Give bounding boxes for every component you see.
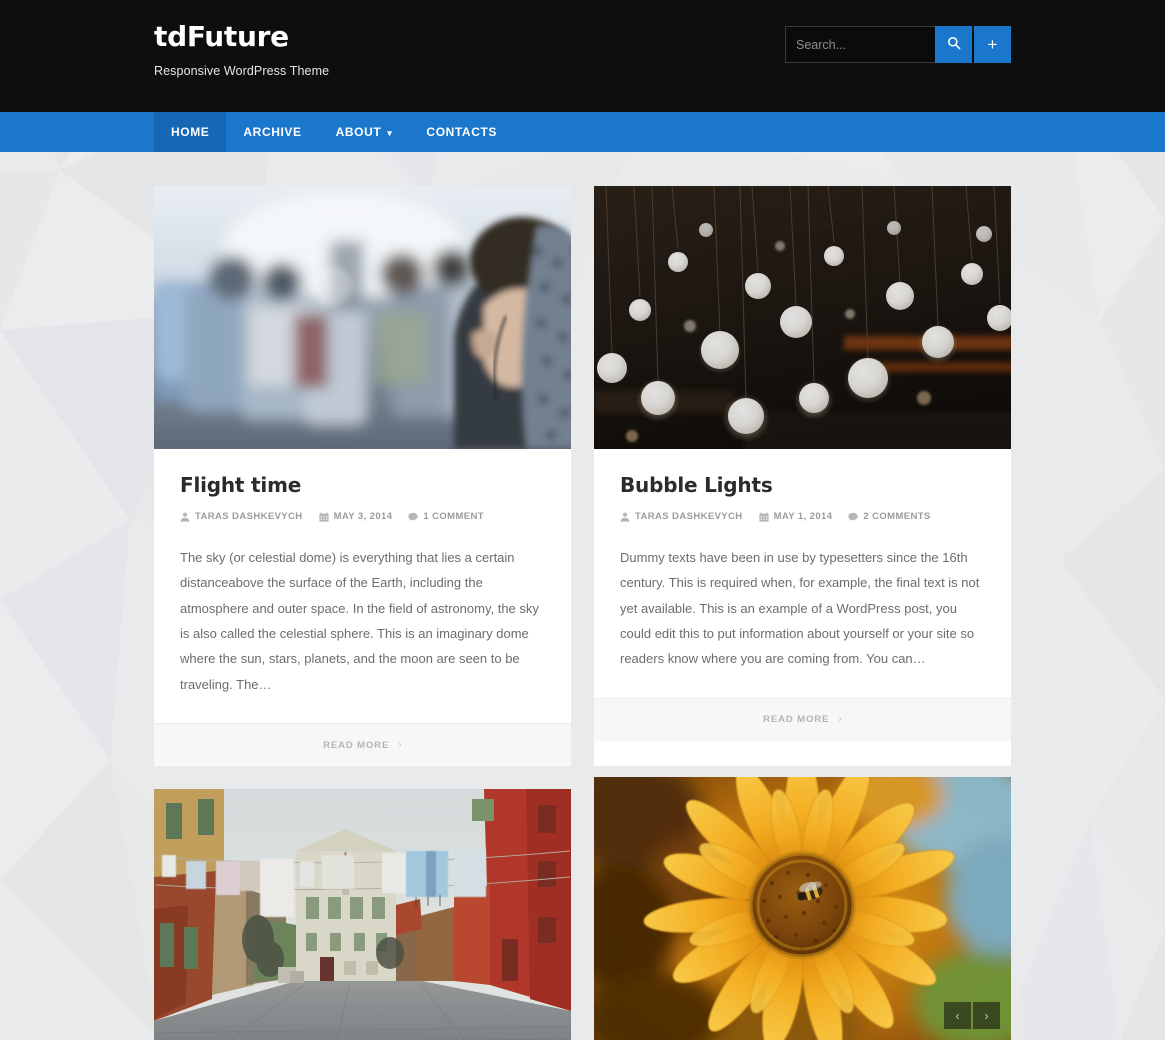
post-meta-calendar[interactable]: MAY 1, 2014 (758, 511, 833, 522)
read-more-label: READ MORE (763, 714, 830, 726)
post-meta-comment[interactable]: 2 COMMENTS (848, 511, 930, 522)
post-title[interactable]: Bubble Lights (620, 473, 985, 497)
nav-item-contacts[interactable]: CONTACTS (409, 112, 514, 152)
nav-item-label: ABOUT (335, 125, 382, 139)
main-navigation: HOME ARCHIVE ABOUT ▾ CONTACTS (0, 112, 1165, 152)
post-excerpt: The sky (or celestial dome) is everythin… (180, 550, 539, 692)
search-area[interactable]: + (785, 26, 1011, 63)
user-icon (620, 512, 630, 522)
post-meta-user[interactable]: TARAS DASHKEVYCH (180, 511, 303, 522)
comment-icon (408, 512, 419, 522)
read-more-button[interactable]: READ MORE › (594, 697, 1011, 741)
post-meta-comment[interactable]: 1 COMMENT (408, 511, 484, 522)
chevron-down-icon: ▾ (387, 127, 393, 138)
post-body: Flight time TARAS DASHKEVYCH MAY 3, 2014 1 … (154, 449, 571, 723)
post-card: Opening Day (154, 789, 571, 1040)
nav-item-label: HOME (171, 125, 210, 139)
post-featured-image[interactable] (594, 186, 1011, 449)
post-excerpt: Dummy texts have been in use by typesett… (620, 550, 980, 667)
site-title[interactable]: tdFuture (154, 21, 329, 53)
post-card: Bubble Lights TARAS DASHKEVYCH MAY 1, 2014… (594, 186, 1011, 767)
search-icon (947, 36, 961, 53)
comment-icon (848, 512, 859, 522)
post-featured-image[interactable] (154, 186, 571, 449)
main-content: Flight time TARAS DASHKEVYCH MAY 3, 2014 1 … (154, 152, 1011, 1040)
search-input[interactable] (785, 26, 935, 63)
post-card: ‹ › (594, 777, 1011, 1040)
post-meta-calendar[interactable]: MAY 3, 2014 (318, 511, 393, 522)
search-button[interactable] (935, 26, 972, 63)
post-meta: TARAS DASHKEVYCH MAY 1, 2014 2 COMMENTS (620, 511, 985, 522)
post-meta-label: MAY 3, 2014 (333, 511, 393, 522)
chevron-right-icon: › (838, 713, 842, 726)
calendar-icon (758, 511, 769, 522)
read-more-button[interactable]: READ MORE › (154, 723, 571, 767)
post-body: Bubble Lights TARAS DASHKEVYCH MAY 1, 2014… (594, 449, 1011, 698)
nav-item-home[interactable]: HOME (154, 112, 227, 152)
nav-item-about[interactable]: ABOUT ▾ (319, 112, 410, 152)
user-icon (180, 512, 190, 522)
post-meta-label: 1 COMMENT (423, 511, 484, 522)
slider-next-button[interactable]: › (973, 1002, 1000, 1030)
slider-prev-button[interactable]: ‹ (944, 1002, 971, 1030)
post-meta: TARAS DASHKEVYCH MAY 3, 2014 1 COMMENT (180, 511, 545, 522)
post-card: Flight time TARAS DASHKEVYCH MAY 3, 2014 1 … (154, 186, 571, 767)
site-branding[interactable]: tdFuture Responsive WordPress Theme (154, 21, 330, 78)
post-meta-label: 2 COMMENTS (863, 511, 931, 522)
post-featured-image[interactable] (154, 789, 571, 1040)
site-tagline: Responsive WordPress Theme (154, 63, 330, 78)
post-meta-label: TARAS DASHKEVYCH (195, 511, 303, 522)
chevron-right-icon: › (398, 738, 402, 751)
post-featured-image[interactable]: ‹ › (594, 777, 1011, 1040)
nav-item-label: ARCHIVE (243, 125, 302, 139)
post-meta-user[interactable]: TARAS DASHKEVYCH (620, 511, 743, 522)
site-header: tdFuture Responsive WordPress Theme + (0, 0, 1165, 112)
post-meta-label: TARAS DASHKEVYCH (635, 511, 743, 522)
post-meta-label: MAY 1, 2014 (773, 511, 833, 522)
nav-item-label: CONTACTS (426, 125, 497, 139)
add-button[interactable]: + (974, 26, 1011, 63)
read-more-label: READ MORE (323, 739, 390, 751)
nav-item-archive[interactable]: ARCHIVE (226, 112, 318, 152)
calendar-icon (318, 511, 329, 522)
post-title[interactable]: Flight time (180, 473, 545, 497)
slider-navigation: ‹ › (944, 1002, 1000, 1030)
